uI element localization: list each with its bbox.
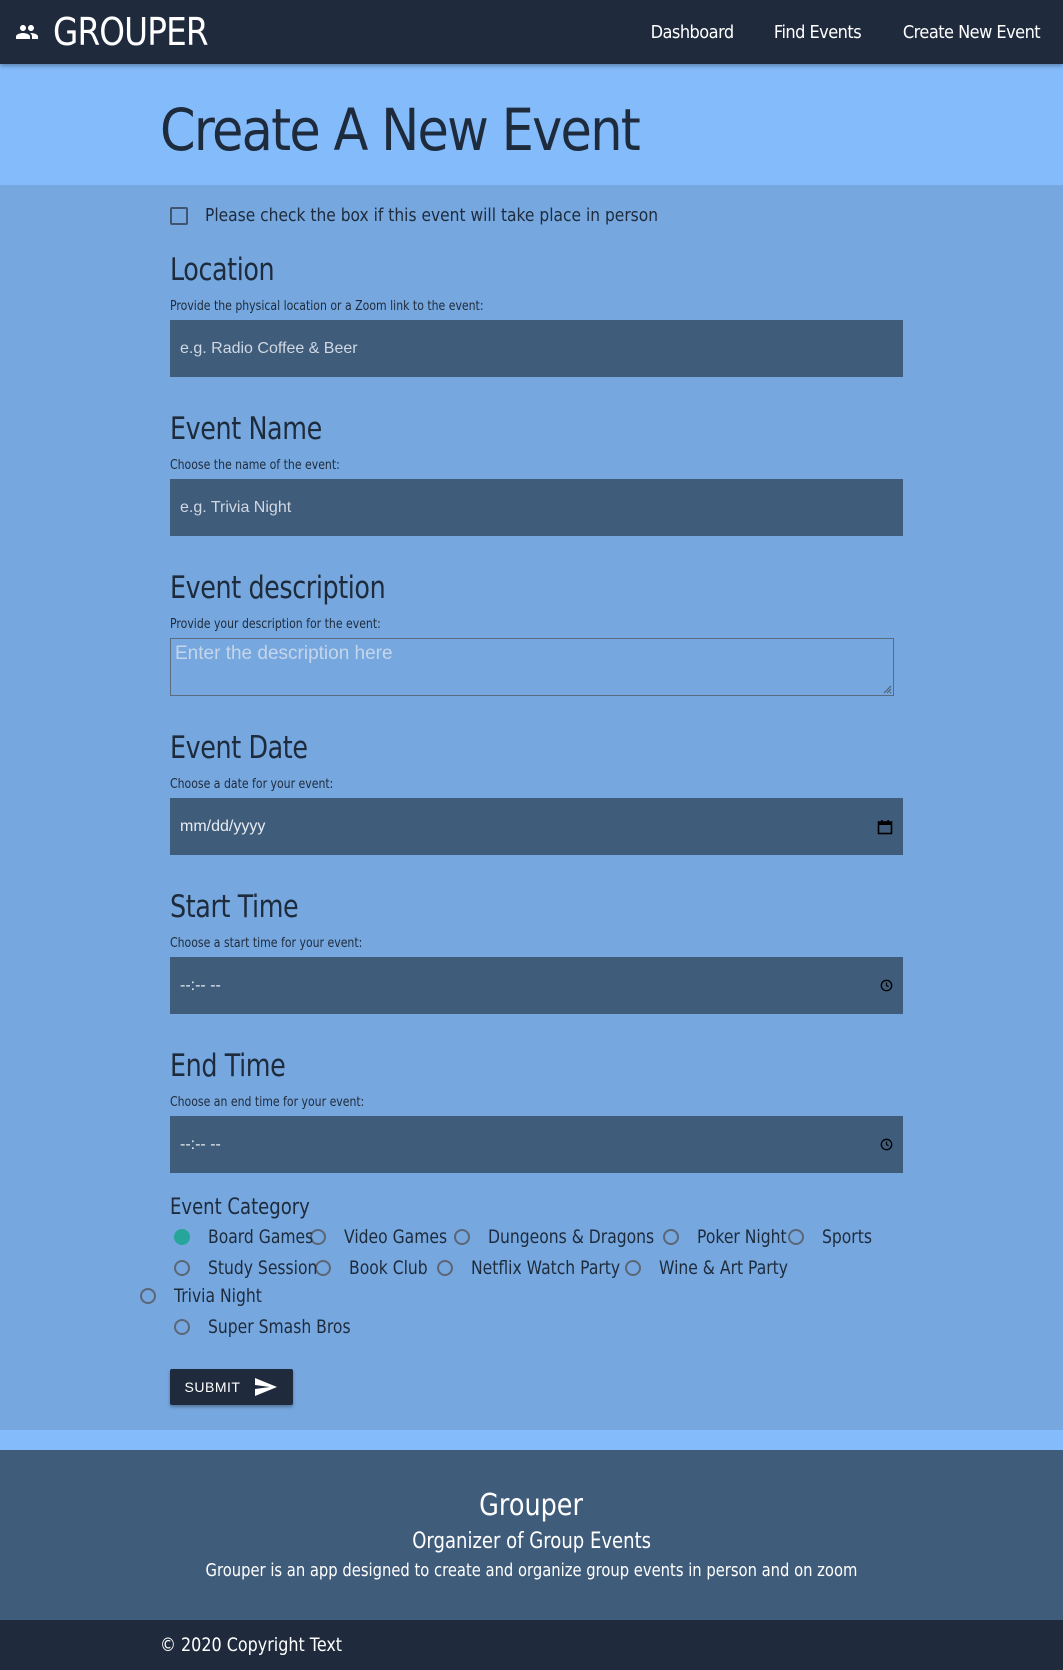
footer: Grouper Organizer of Group Events Groupe… xyxy=(0,1450,1063,1620)
category-option-super-smash-bros[interactable]: Super Smash Bros xyxy=(170,1314,382,1339)
in-person-label: Please check the box if this event will … xyxy=(205,205,659,226)
start-time-section: Start Time Choose a start time for your … xyxy=(170,889,1063,1014)
description-textarea[interactable]: Enter the description here xyxy=(170,638,894,696)
navbar: GROUPER Dashboard Find Events Create New… xyxy=(0,0,1063,64)
brand-logo[interactable]: GROUPER xyxy=(15,10,233,54)
send-icon xyxy=(255,1378,278,1396)
footer-divider-band xyxy=(0,1430,1063,1450)
date-input[interactable]: mm/dd/yyyy xyxy=(170,798,903,855)
footer-title: Grouper xyxy=(479,1488,584,1523)
event-name-section: Event Name Choose the name of the event:… xyxy=(170,411,1063,536)
event-name-title: Event Name xyxy=(170,411,322,447)
category-option-board-games[interactable]: Board Games xyxy=(170,1224,336,1249)
resize-grip-icon[interactable] xyxy=(882,684,892,694)
submit-button[interactable]: SUBMIT xyxy=(170,1369,293,1405)
start-time-input[interactable]: --:-- -- xyxy=(170,957,903,1014)
clock-icon[interactable] xyxy=(880,979,893,992)
nav-links: Dashboard Find Events Create New Event xyxy=(631,22,1048,43)
category-option-study-session[interactable]: Study Session xyxy=(170,1255,341,1280)
in-person-checkbox[interactable] xyxy=(170,206,188,225)
category-option-poker-night[interactable]: Poker Night xyxy=(659,1224,806,1249)
radio-label: Wine & Art Party xyxy=(659,1256,789,1279)
hero-banner: Create A New Event xyxy=(0,64,1063,185)
radio-button[interactable] xyxy=(437,1259,454,1276)
footer-description: Grouper is an app designed to create and… xyxy=(205,1560,858,1581)
location-help: Provide the physical location or a Zoom … xyxy=(170,299,484,314)
category-option-sports[interactable]: Sports xyxy=(784,1224,883,1249)
page-title: Create A New Event xyxy=(160,95,641,164)
radio-label: Trivia Night xyxy=(174,1284,262,1307)
category-option-dungeons-dragons[interactable]: Dungeons & Dragons xyxy=(450,1224,691,1249)
radio-label: Board Games xyxy=(208,1225,314,1248)
category-section: Event Category Board Games Video Games D… xyxy=(140,1195,1063,1339)
category-option-book-club[interactable]: Book Club xyxy=(311,1255,445,1280)
nav-link-dashboard[interactable]: Dashboard xyxy=(637,22,747,43)
radio-label: Super Smash Bros xyxy=(208,1315,351,1338)
radio-button[interactable] xyxy=(174,1259,190,1276)
nav-link-create-new-event[interactable]: Create New Event xyxy=(889,22,1040,43)
copyright-bar: © 2020 Copyright Text xyxy=(0,1620,1063,1670)
copyright-text: © 2020 Copyright Text xyxy=(160,1634,343,1656)
location-section: Location Provide the physical location o… xyxy=(170,252,1063,377)
radio-button[interactable] xyxy=(625,1259,642,1276)
radio-button[interactable] xyxy=(788,1228,805,1245)
radio-button[interactable] xyxy=(174,1318,190,1335)
radio-button[interactable] xyxy=(662,1228,679,1245)
date-help: Choose a date for your event: xyxy=(170,777,334,792)
category-option-wine-art-party[interactable]: Wine & Art Party xyxy=(621,1255,816,1280)
end-time-title: End Time xyxy=(170,1048,286,1084)
clock-icon[interactable] xyxy=(880,1138,893,1151)
radio-button[interactable] xyxy=(454,1228,471,1245)
radio-label: Poker Night xyxy=(696,1225,787,1248)
location-placeholder: e.g. Radio Coffee & Beer xyxy=(180,339,358,357)
footer-subtitle: Organizer of Group Events xyxy=(412,1529,651,1554)
radio-button[interactable] xyxy=(174,1228,190,1245)
category-radio-group: Board Games Video Games Dungeons & Drago… xyxy=(140,1224,910,1339)
radio-button[interactable] xyxy=(315,1259,332,1276)
radio-label: Video Games xyxy=(344,1225,448,1248)
end-time-section: End Time Choose an end time for your eve… xyxy=(170,1048,1063,1173)
radio-button[interactable] xyxy=(140,1287,156,1304)
brand-title: GROUPER xyxy=(53,10,209,54)
calendar-icon[interactable] xyxy=(877,819,893,835)
description-section: Event description Provide your descripti… xyxy=(170,570,1063,696)
start-time-help: Choose a start time for your event: xyxy=(170,936,363,951)
group-icon xyxy=(16,25,38,39)
radio-label: Study Session xyxy=(208,1256,318,1279)
start-time-value: --:-- -- xyxy=(180,976,221,994)
date-value: mm/dd/yyyy xyxy=(180,817,266,835)
category-title: Event Category xyxy=(170,1195,310,1220)
category-option-trivia-night[interactable]: Trivia Night xyxy=(136,1283,281,1308)
in-person-row: Please check the box if this event will … xyxy=(170,205,1063,226)
description-placeholder: Enter the description here xyxy=(175,643,393,664)
end-time-value: --:-- -- xyxy=(180,1135,221,1153)
event-name-help: Choose the name of the event: xyxy=(170,458,340,473)
description-title: Event description xyxy=(170,570,386,606)
end-time-help: Choose an end time for your event: xyxy=(170,1095,365,1110)
event-name-input[interactable]: e.g. Trivia Night xyxy=(170,479,903,536)
radio-label: Sports xyxy=(822,1225,873,1248)
create-event-form: Please check the box if this event will … xyxy=(0,185,1063,1430)
radio-label: Dungeons & Dragons xyxy=(488,1225,655,1248)
start-time-title: Start Time xyxy=(170,889,299,925)
description-help: Provide your description for the event: xyxy=(170,617,381,632)
category-option-video-games[interactable]: Video Games xyxy=(306,1224,470,1249)
nav-link-find-events[interactable]: Find Events xyxy=(760,22,874,43)
end-time-input[interactable]: --:-- -- xyxy=(170,1116,903,1173)
radio-label: Book Club xyxy=(349,1256,429,1279)
date-section: Event Date Choose a date for your event:… xyxy=(170,730,1063,855)
location-title: Location xyxy=(170,252,275,288)
submit-label: SUBMIT xyxy=(184,1379,241,1395)
radio-label: Netflix Watch Party xyxy=(471,1256,621,1279)
location-input[interactable]: e.g. Radio Coffee & Beer xyxy=(170,320,903,377)
event-name-placeholder: e.g. Trivia Night xyxy=(180,498,292,516)
date-title: Event Date xyxy=(170,730,308,766)
